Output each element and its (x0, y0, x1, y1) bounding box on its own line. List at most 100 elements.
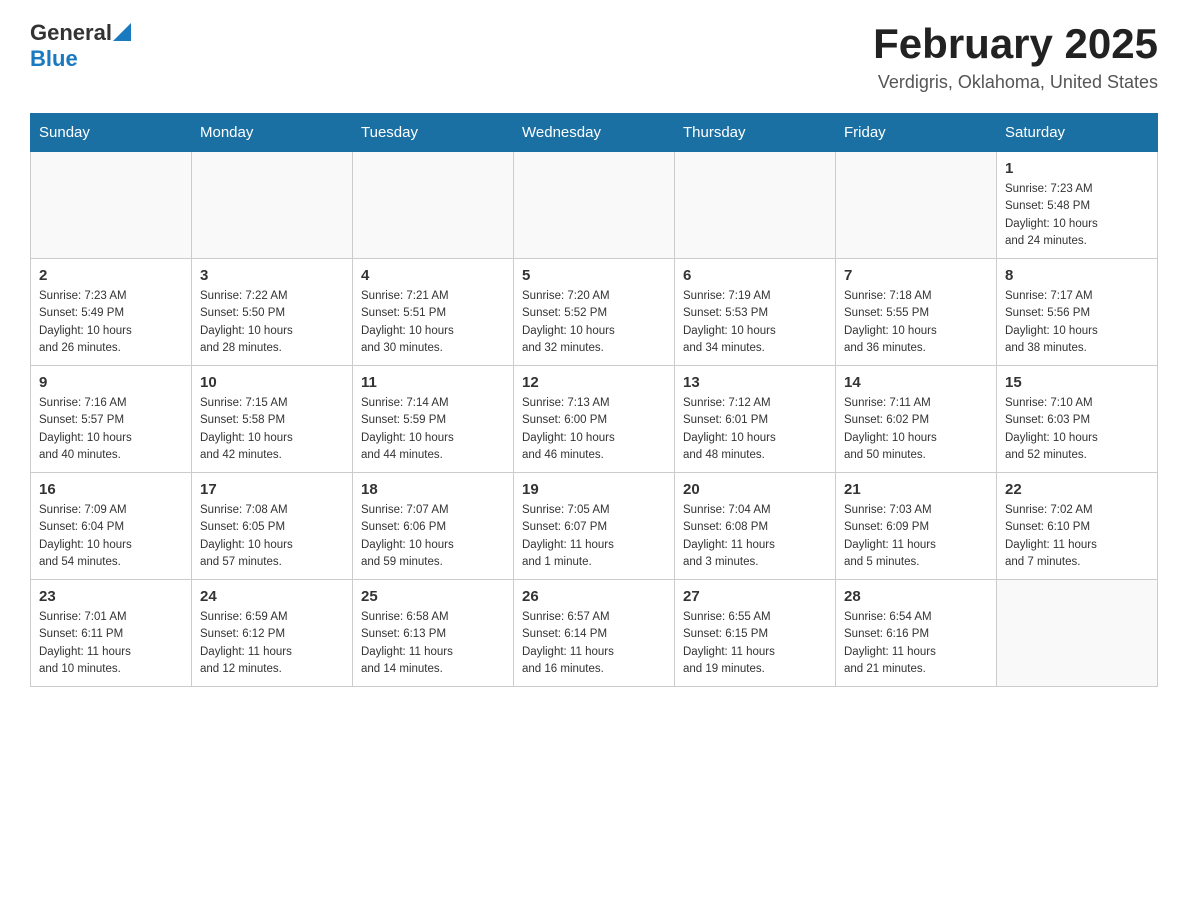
day-info: Sunrise: 7:15 AMSunset: 5:58 PMDaylight:… (200, 395, 344, 464)
day-number: 10 (200, 374, 344, 391)
calendar-day-cell: 12 Sunrise: 7:13 AMSunset: 6:00 PMDayligh… (514, 366, 675, 473)
day-number: 18 (361, 481, 505, 498)
calendar-day-cell: 9Sunrise: 7:16 AMSunset: 5:57 PMDaylight… (31, 366, 192, 473)
day-info: Sunrise: 7:21 AMSunset: 5:51 PMDaylight:… (361, 288, 505, 357)
calendar-body: 1 Sunrise: 7:23 AMSunset: 5:48 PMDaylight… (31, 152, 1158, 687)
calendar-day-cell: 4 Sunrise: 7:21 AMSunset: 5:51 PMDaylight… (353, 259, 514, 366)
calendar-day-cell: 8Sunrise: 7:17 AMSunset: 5:56 PMDaylight… (997, 259, 1158, 366)
day-info: Sunrise: 7:14 AMSunset: 5:59 PMDaylight:… (361, 395, 505, 464)
calendar-day-cell: 27 Sunrise: 6:55 AMSunset: 6:15 PMDayligh… (675, 580, 836, 687)
calendar-day-cell: 22 Sunrise: 7:02 AMSunset: 6:10 PMDayligh… (997, 473, 1158, 580)
calendar-day-cell (997, 580, 1158, 687)
day-info: Sunrise: 7:20 AMSunset: 5:52 PMDaylight:… (522, 288, 666, 357)
day-info: Sunrise: 7:02 AMSunset: 6:10 PMDaylight:… (1005, 502, 1149, 571)
calendar-day-cell: 20 Sunrise: 7:04 AMSunset: 6:08 PMDayligh… (675, 473, 836, 580)
calendar-day-cell: 2 Sunrise: 7:23 AMSunset: 5:49 PMDaylight… (31, 259, 192, 366)
day-number: 23 (39, 588, 183, 605)
weekday-header-friday: Friday (836, 114, 997, 152)
day-info: Sunrise: 6:59 AMSunset: 6:12 PMDaylight:… (200, 609, 344, 678)
day-number: 2 (39, 267, 183, 284)
logo: General Blue (30, 20, 131, 72)
calendar-day-cell: 10 Sunrise: 7:15 AMSunset: 5:58 PMDayligh… (192, 366, 353, 473)
day-number: 14 (844, 374, 988, 391)
day-info: Sunrise: 6:57 AMSunset: 6:14 PMDaylight:… (522, 609, 666, 678)
day-info: Sunrise: 7:23 AMSunset: 5:48 PMDaylight:… (1005, 181, 1149, 250)
day-info: Sunrise: 6:55 AMSunset: 6:15 PMDaylight:… (683, 609, 827, 678)
weekday-header-tuesday: Tuesday (353, 114, 514, 152)
day-info: Sunrise: 7:04 AMSunset: 6:08 PMDaylight:… (683, 502, 827, 571)
calendar-day-cell: 7Sunrise: 7:18 AMSunset: 5:55 PMDaylight… (836, 259, 997, 366)
calendar-day-cell: 24Sunrise: 6:59 AMSunset: 6:12 PMDayligh… (192, 580, 353, 687)
day-info: Sunrise: 7:09 AMSunset: 6:04 PMDaylight:… (39, 502, 183, 571)
day-number: 4 (361, 267, 505, 284)
day-info: Sunrise: 7:05 AMSunset: 6:07 PMDaylight:… (522, 502, 666, 571)
weekday-header-thursday: Thursday (675, 114, 836, 152)
calendar-day-cell: 3Sunrise: 7:22 AMSunset: 5:50 PMDaylight… (192, 259, 353, 366)
day-info: Sunrise: 7:13 AMSunset: 6:00 PMDaylight:… (522, 395, 666, 464)
day-number: 22 (1005, 481, 1149, 498)
weekday-header-sunday: Sunday (31, 114, 192, 152)
page-header: General Blue February 2025 Verdigris, Ok… (30, 20, 1158, 93)
day-number: 12 (522, 374, 666, 391)
logo-general-text: General (30, 20, 112, 46)
calendar-day-cell: 25 Sunrise: 6:58 AMSunset: 6:13 PMDayligh… (353, 580, 514, 687)
day-info: Sunrise: 7:17 AMSunset: 5:56 PMDaylight:… (1005, 288, 1149, 357)
calendar-day-cell (675, 152, 836, 259)
calendar-day-cell: 26 Sunrise: 6:57 AMSunset: 6:14 PMDayligh… (514, 580, 675, 687)
calendar-day-cell (514, 152, 675, 259)
title-block: February 2025 Verdigris, Oklahoma, Unite… (873, 20, 1158, 93)
weekday-header-saturday: Saturday (997, 114, 1158, 152)
day-number: 26 (522, 588, 666, 605)
day-number: 25 (361, 588, 505, 605)
calendar-day-cell: 14 Sunrise: 7:11 AMSunset: 6:02 PMDayligh… (836, 366, 997, 473)
calendar-day-cell: 28Sunrise: 6:54 AMSunset: 6:16 PMDayligh… (836, 580, 997, 687)
calendar-day-cell (192, 152, 353, 259)
calendar-day-cell: 1 Sunrise: 7:23 AMSunset: 5:48 PMDaylight… (997, 152, 1158, 259)
weekday-header-row: SundayMondayTuesdayWednesdayThursdayFrid… (31, 114, 1158, 152)
calendar-day-cell: 19 Sunrise: 7:05 AMSunset: 6:07 PMDayligh… (514, 473, 675, 580)
day-info: Sunrise: 7:10 AMSunset: 6:03 PMDaylight:… (1005, 395, 1149, 464)
calendar-day-cell (31, 152, 192, 259)
day-info: Sunrise: 6:58 AMSunset: 6:13 PMDaylight:… (361, 609, 505, 678)
calendar-subtitle: Verdigris, Oklahoma, United States (873, 72, 1158, 93)
weekday-header-monday: Monday (192, 114, 353, 152)
day-info: Sunrise: 7:11 AMSunset: 6:02 PMDaylight:… (844, 395, 988, 464)
calendar-day-cell (353, 152, 514, 259)
calendar-day-cell: 17 Sunrise: 7:08 AMSunset: 6:05 PMDayligh… (192, 473, 353, 580)
day-info: Sunrise: 7:16 AMSunset: 5:57 PMDaylight:… (39, 395, 183, 464)
calendar-week-row: 16Sunrise: 7:09 AMSunset: 6:04 PMDayligh… (31, 473, 1158, 580)
calendar-header: SundayMondayTuesdayWednesdayThursdayFrid… (31, 114, 1158, 152)
day-info: Sunrise: 7:01 AMSunset: 6:11 PMDaylight:… (39, 609, 183, 678)
day-number: 7 (844, 267, 988, 284)
day-number: 27 (683, 588, 827, 605)
calendar-day-cell: 11 Sunrise: 7:14 AMSunset: 5:59 PMDayligh… (353, 366, 514, 473)
day-number: 1 (1005, 160, 1149, 177)
calendar-day-cell: 6Sunrise: 7:19 AMSunset: 5:53 PMDaylight… (675, 259, 836, 366)
day-number: 19 (522, 481, 666, 498)
day-info: Sunrise: 7:03 AMSunset: 6:09 PMDaylight:… (844, 502, 988, 571)
day-number: 21 (844, 481, 988, 498)
calendar-title: February 2025 (873, 20, 1158, 68)
calendar-week-row: 23 Sunrise: 7:01 AMSunset: 6:11 PMDayligh… (31, 580, 1158, 687)
calendar-day-cell (836, 152, 997, 259)
day-number: 5 (522, 267, 666, 284)
day-number: 13 (683, 374, 827, 391)
calendar-day-cell: 5 Sunrise: 7:20 AMSunset: 5:52 PMDaylight… (514, 259, 675, 366)
day-info: Sunrise: 7:23 AMSunset: 5:49 PMDaylight:… (39, 288, 183, 357)
logo-arrow-icon (113, 23, 131, 41)
day-info: Sunrise: 7:08 AMSunset: 6:05 PMDaylight:… (200, 502, 344, 571)
day-number: 11 (361, 374, 505, 391)
weekday-header-wednesday: Wednesday (514, 114, 675, 152)
day-number: 15 (1005, 374, 1149, 391)
calendar-week-row: 1 Sunrise: 7:23 AMSunset: 5:48 PMDaylight… (31, 152, 1158, 259)
calendar-week-row: 9Sunrise: 7:16 AMSunset: 5:57 PMDaylight… (31, 366, 1158, 473)
calendar-day-cell: 21 Sunrise: 7:03 AMSunset: 6:09 PMDayligh… (836, 473, 997, 580)
calendar-week-row: 2 Sunrise: 7:23 AMSunset: 5:49 PMDaylight… (31, 259, 1158, 366)
day-number: 17 (200, 481, 344, 498)
calendar-table: SundayMondayTuesdayWednesdayThursdayFrid… (30, 113, 1158, 687)
day-number: 20 (683, 481, 827, 498)
calendar-day-cell: 13Sunrise: 7:12 AMSunset: 6:01 PMDayligh… (675, 366, 836, 473)
day-number: 6 (683, 267, 827, 284)
logo-blue-text: Blue (30, 46, 78, 71)
day-number: 28 (844, 588, 988, 605)
